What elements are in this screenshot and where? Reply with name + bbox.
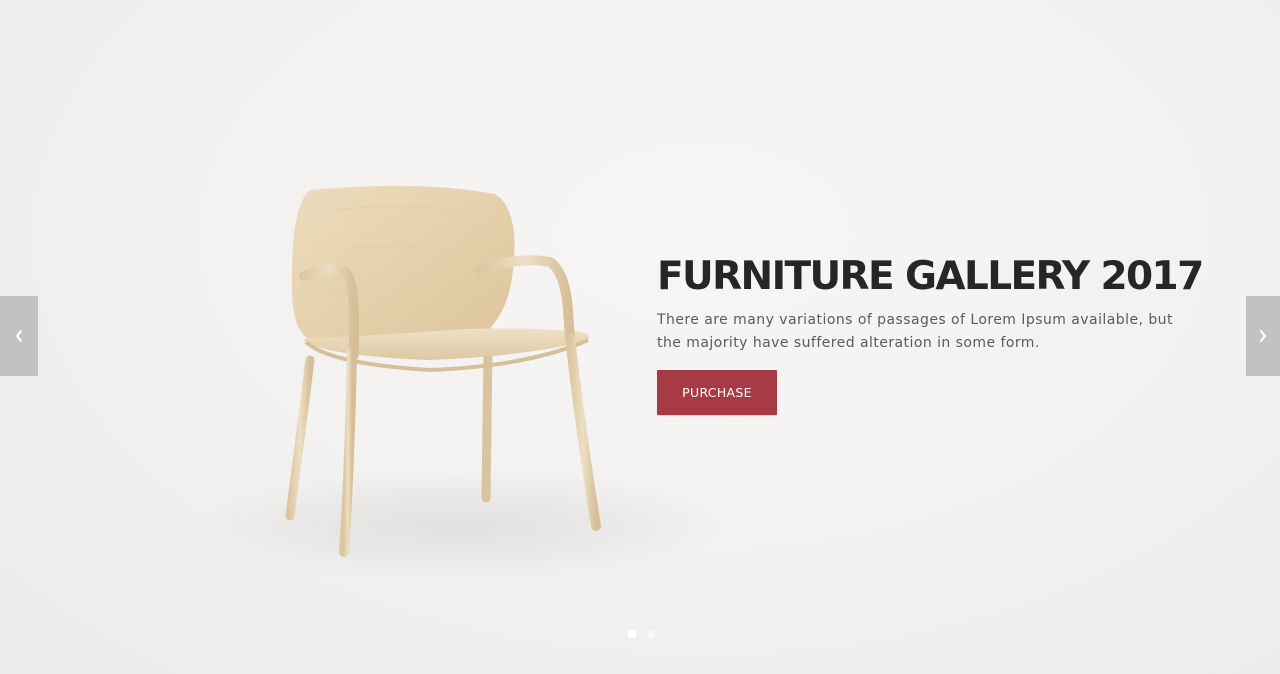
slide-caption: FURNITURE GALLERY 2017 There are many va… — [657, 254, 1217, 415]
chair-image — [285, 185, 601, 557]
slider-next-button[interactable] — [1246, 296, 1280, 376]
slide-description: There are many variations of passages of… — [657, 312, 1173, 351]
chevron-right-icon — [1260, 330, 1266, 342]
slider-dot-2[interactable] — [647, 630, 655, 638]
slider-pagination — [627, 629, 655, 639]
slider-dot-1[interactable] — [627, 629, 637, 639]
slider-prev-button[interactable] — [0, 296, 38, 376]
hero-slider: FURNITURE GALLERY 2017 There are many va… — [0, 0, 1280, 674]
chevron-left-icon — [16, 330, 22, 342]
purchase-button[interactable]: PURCHASE — [657, 370, 777, 415]
slide-title: FURNITURE GALLERY 2017 — [657, 254, 1204, 299]
